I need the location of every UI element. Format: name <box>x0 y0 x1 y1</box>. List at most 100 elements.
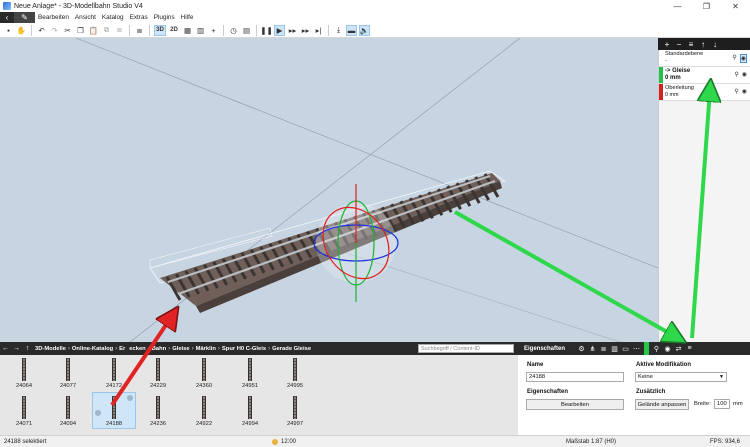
layer-row[interactable]: Standardebene - ⚲ ◉ <box>659 50 750 67</box>
eye-icon[interactable]: ◉ <box>739 54 747 63</box>
breadcrumb-item[interactable]: Online-Katalog <box>70 346 115 352</box>
move-down-icon[interactable]: ↓ <box>709 40 721 49</box>
download-icon[interactable]: ⤓ <box>333 25 344 36</box>
view-2d-button[interactable]: 2D <box>168 25 180 36</box>
catalog-item[interactable]: 24064 <box>7 355 41 392</box>
name-field[interactable]: 24188 <box>526 372 624 382</box>
catalog-item[interactable]: 24994 <box>233 393 267 430</box>
breadcrumb-item[interactable]: ecken <box>127 346 147 352</box>
info-icon[interactable] <box>95 410 101 416</box>
hierarchy-icon[interactable]: ⋔ <box>587 345 598 353</box>
catalog-item[interactable]: 24997 <box>278 393 312 430</box>
catalog-search-input[interactable]: Suchbegriff / Content-ID <box>418 344 514 353</box>
minimize-button[interactable]: — <box>663 0 692 12</box>
fast-forward-icon[interactable]: ▸▸ <box>287 25 298 36</box>
catalog-item[interactable]: 24922 <box>187 393 221 430</box>
forward-arrow-icon[interactable]: → <box>11 345 22 352</box>
table-icon[interactable]: ▤ <box>241 25 252 36</box>
layout-icon[interactable]: ▥ <box>195 25 206 36</box>
catalog-item[interactable]: 24071 <box>7 393 41 430</box>
toolbar-separator <box>256 24 257 36</box>
options-icon[interactable]: ⋯ <box>631 345 642 353</box>
menu-katalog[interactable]: Katalog <box>99 14 127 21</box>
add-layer-icon[interactable]: + <box>661 40 673 49</box>
pencil-icon[interactable]: ✎ <box>14 12 35 23</box>
terrain-adjust-button[interactable]: Gelände anpassen <box>635 399 689 410</box>
item-id: 24077 <box>59 383 77 389</box>
catalog-item[interactable]: 24229 <box>141 355 175 392</box>
modification-select[interactable]: Keine ▼ <box>635 372 727 382</box>
copy-icon[interactable]: ❐ <box>75 25 86 36</box>
clock-icon[interactable]: ◷ <box>228 25 239 36</box>
breadcrumb-item[interactable]: Märklin <box>194 346 218 352</box>
menu-plugins[interactable]: Plugins <box>151 14 178 21</box>
sound-icon[interactable]: 🔈 <box>359 24 370 36</box>
gear-icon[interactable]: ⚙ <box>576 345 587 353</box>
pin-icon[interactable]: ⚲ <box>651 345 662 353</box>
window-icon[interactable]: ▭ <box>620 345 631 353</box>
hand-icon[interactable]: ✋ <box>16 25 27 36</box>
play-icon[interactable]: ▶ <box>274 24 285 36</box>
list-icon[interactable]: ≣ <box>598 345 609 353</box>
eye-icon[interactable]: ◉ <box>662 345 673 353</box>
cut-icon[interactable]: ✂ <box>62 25 73 36</box>
chart-icon[interactable]: ▥ <box>609 345 620 353</box>
pin-icon[interactable]: ⚲ <box>732 54 736 63</box>
favorite-icon[interactable] <box>127 395 133 401</box>
crosshair-icon[interactable]: + <box>208 25 219 36</box>
breadcrumb-item[interactable]: Bahn <box>150 346 169 352</box>
catalog-item[interactable]: 24077 <box>51 355 85 392</box>
remove-layer-icon[interactable]: − <box>673 40 685 49</box>
grid-icon[interactable]: ▦ <box>182 25 193 36</box>
view-3d-button[interactable]: 3D <box>154 24 166 36</box>
pause-icon[interactable]: ❚❚ <box>260 25 273 36</box>
menu-icon[interactable]: ≡ <box>684 345 695 352</box>
track-icon[interactable]: ▬ <box>346 24 357 36</box>
time-display[interactable]: 12:00 <box>272 438 296 445</box>
layer-row[interactable]: -> Gleise 0 mm ⚲ ◉ <box>659 67 750 84</box>
maximize-button[interactable]: ❐ <box>692 0 721 12</box>
catalog-item[interactable]: 24951 <box>233 355 267 392</box>
eye-icon[interactable]: ◉ <box>742 88 747 95</box>
list-icon[interactable]: ≣ <box>134 25 145 36</box>
pin-icon[interactable]: ⚲ <box>734 88 738 95</box>
pin-icon[interactable]: ⚲ <box>734 71 738 78</box>
paste-icon[interactable]: 📋 <box>88 25 99 36</box>
undo-icon[interactable]: ↶ <box>36 25 47 36</box>
breadcrumb-item[interactable]: 3D-Modelle <box>33 346 68 352</box>
catalog-grid: 24064 24077 24172 24229 24360 24951 2499… <box>0 355 518 435</box>
catalog-item[interactable]: 24236 <box>141 393 175 430</box>
ungroup-icon[interactable]: ⧈ <box>114 25 125 36</box>
catalog-item-selected[interactable]: 24188 <box>92 392 136 429</box>
menu-ansicht[interactable]: Ansicht <box>72 14 99 21</box>
breadcrumb-item[interactable]: Gerade Gleise <box>270 346 313 352</box>
split-icon[interactable]: ⇄ <box>673 345 684 353</box>
toolbar: ▪ ✋ ↶ ↷ ✂ ❐ 📋 ⧉ ⧈ ≣ 3D 2D ▦ ▥ + ◷ ▤ ❚❚ ▶… <box>0 23 750 38</box>
redo-icon[interactable]: ↷ <box>49 25 60 36</box>
breadcrumb-item[interactable]: Er <box>117 346 127 352</box>
catalog-item[interactable]: 24995 <box>278 355 312 392</box>
eye-icon[interactable]: ◉ <box>742 71 747 78</box>
up-arrow-icon[interactable]: ↑ <box>22 345 33 352</box>
move-up-icon[interactable]: ↑ <box>697 40 709 49</box>
breadcrumb-item[interactable]: Spur H0 C-Gleis <box>220 346 268 352</box>
3d-viewport[interactable] <box>0 38 658 342</box>
layer-menu-icon[interactable]: ≡ <box>685 40 697 49</box>
close-button[interactable]: ✕ <box>721 0 750 12</box>
menu-bearbeiten[interactable]: Bearbeiten <box>35 14 72 21</box>
catalog-item[interactable]: 24172 <box>97 355 131 392</box>
menu-hilfe[interactable]: Hilfe <box>178 14 197 21</box>
skip-end-icon[interactable]: ▸| <box>313 25 324 36</box>
catalog-item[interactable]: 24360 <box>187 355 221 392</box>
save-icon[interactable]: ▪ <box>3 25 14 36</box>
group-icon[interactable]: ⧉ <box>101 25 112 36</box>
back-arrow-icon[interactable]: ← <box>0 345 11 352</box>
layer-row[interactable]: Oberleitung 0 mm ⚲ ◉ <box>659 84 750 101</box>
menu-extras[interactable]: Extras <box>127 14 151 21</box>
catalog-item[interactable]: 24094 <box>51 393 85 430</box>
width-field[interactable]: 100 <box>714 399 730 409</box>
breadcrumb-item[interactable]: Gleise <box>170 346 191 352</box>
faster-icon[interactable]: ▸▸ <box>300 25 311 36</box>
edit-button[interactable]: Bearbeiten <box>526 399 624 410</box>
back-icon[interactable]: ‹ <box>0 12 14 23</box>
